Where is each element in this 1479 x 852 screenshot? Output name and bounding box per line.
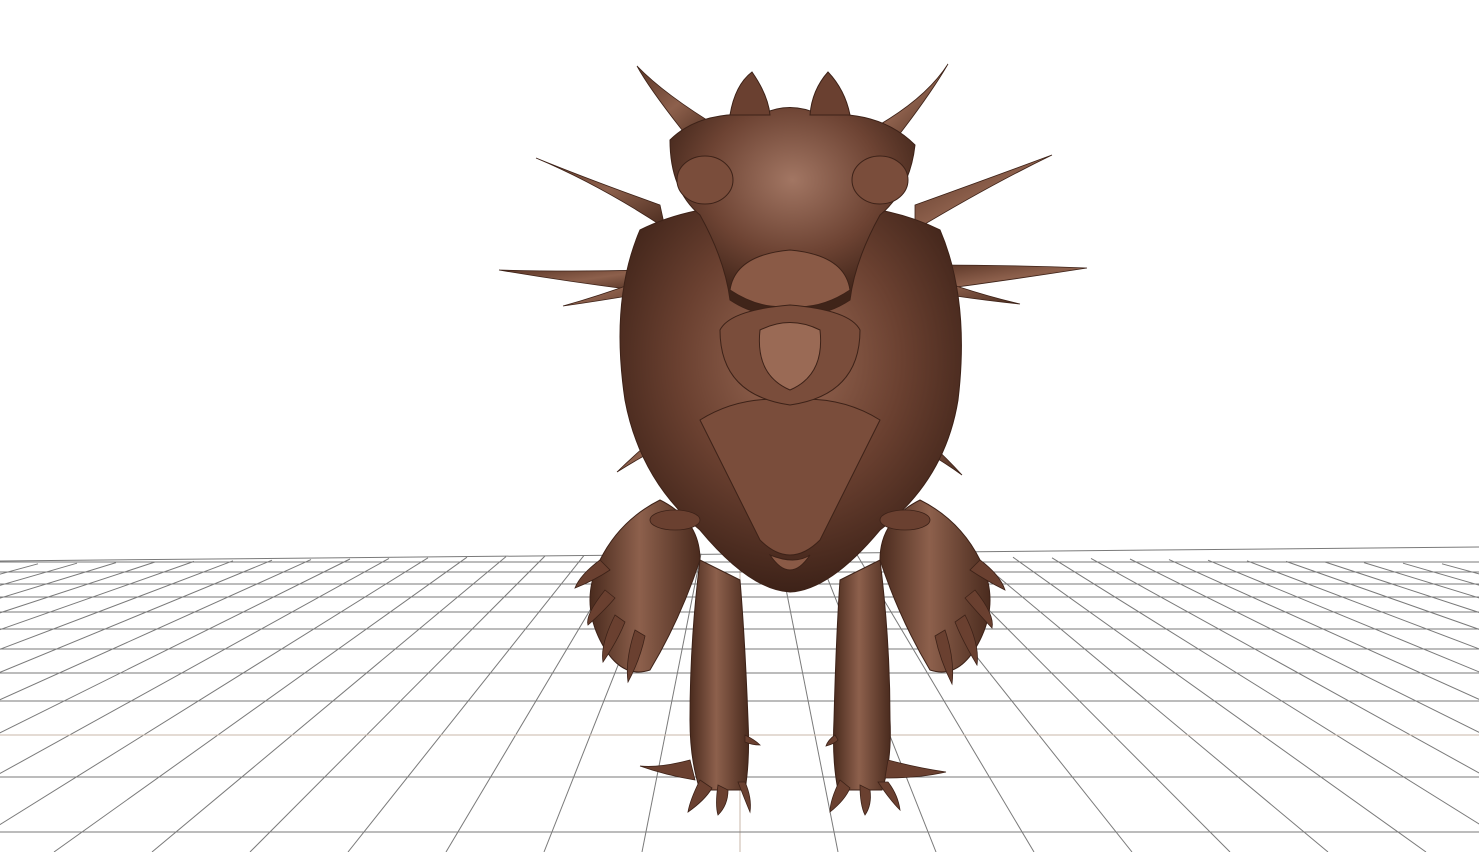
grid-line (1012, 556, 1427, 852)
viewport-scene[interactable] (0, 0, 1479, 852)
grid-line (1324, 561, 1479, 613)
grid-line (0, 560, 195, 631)
grid-line (1090, 557, 1479, 774)
grid-line (1168, 559, 1479, 700)
grid-line (1051, 557, 1479, 825)
grid-line (1129, 558, 1479, 733)
grid-line (0, 559, 312, 701)
grid-line (0, 560, 234, 650)
grid-line (0, 557, 429, 826)
grid-line (53, 556, 468, 852)
grid-line (0, 559, 273, 673)
sculpted-creature-model[interactable] (498, 63, 1088, 816)
leg-right (833, 559, 891, 791)
grid-line (1285, 560, 1479, 630)
grid-line (0, 562, 117, 599)
grid-line (973, 556, 1329, 852)
grid-line (1207, 559, 1479, 673)
grid-line (1363, 562, 1479, 599)
ear-left (729, 71, 771, 116)
brow-right (851, 155, 909, 205)
feet (639, 734, 947, 816)
grid-line (0, 557, 390, 775)
3d-viewport[interactable] (0, 0, 1479, 852)
grid-line (249, 555, 546, 852)
ear-right (809, 71, 851, 116)
grid-line (778, 553, 839, 852)
grid-line (1441, 563, 1479, 575)
grid-line (1246, 560, 1479, 650)
grid-line (0, 558, 351, 734)
grid-line (151, 556, 507, 852)
grid-line (347, 555, 585, 852)
leg-left (689, 559, 750, 791)
brow-left (676, 155, 734, 205)
grid-line (0, 561, 156, 614)
